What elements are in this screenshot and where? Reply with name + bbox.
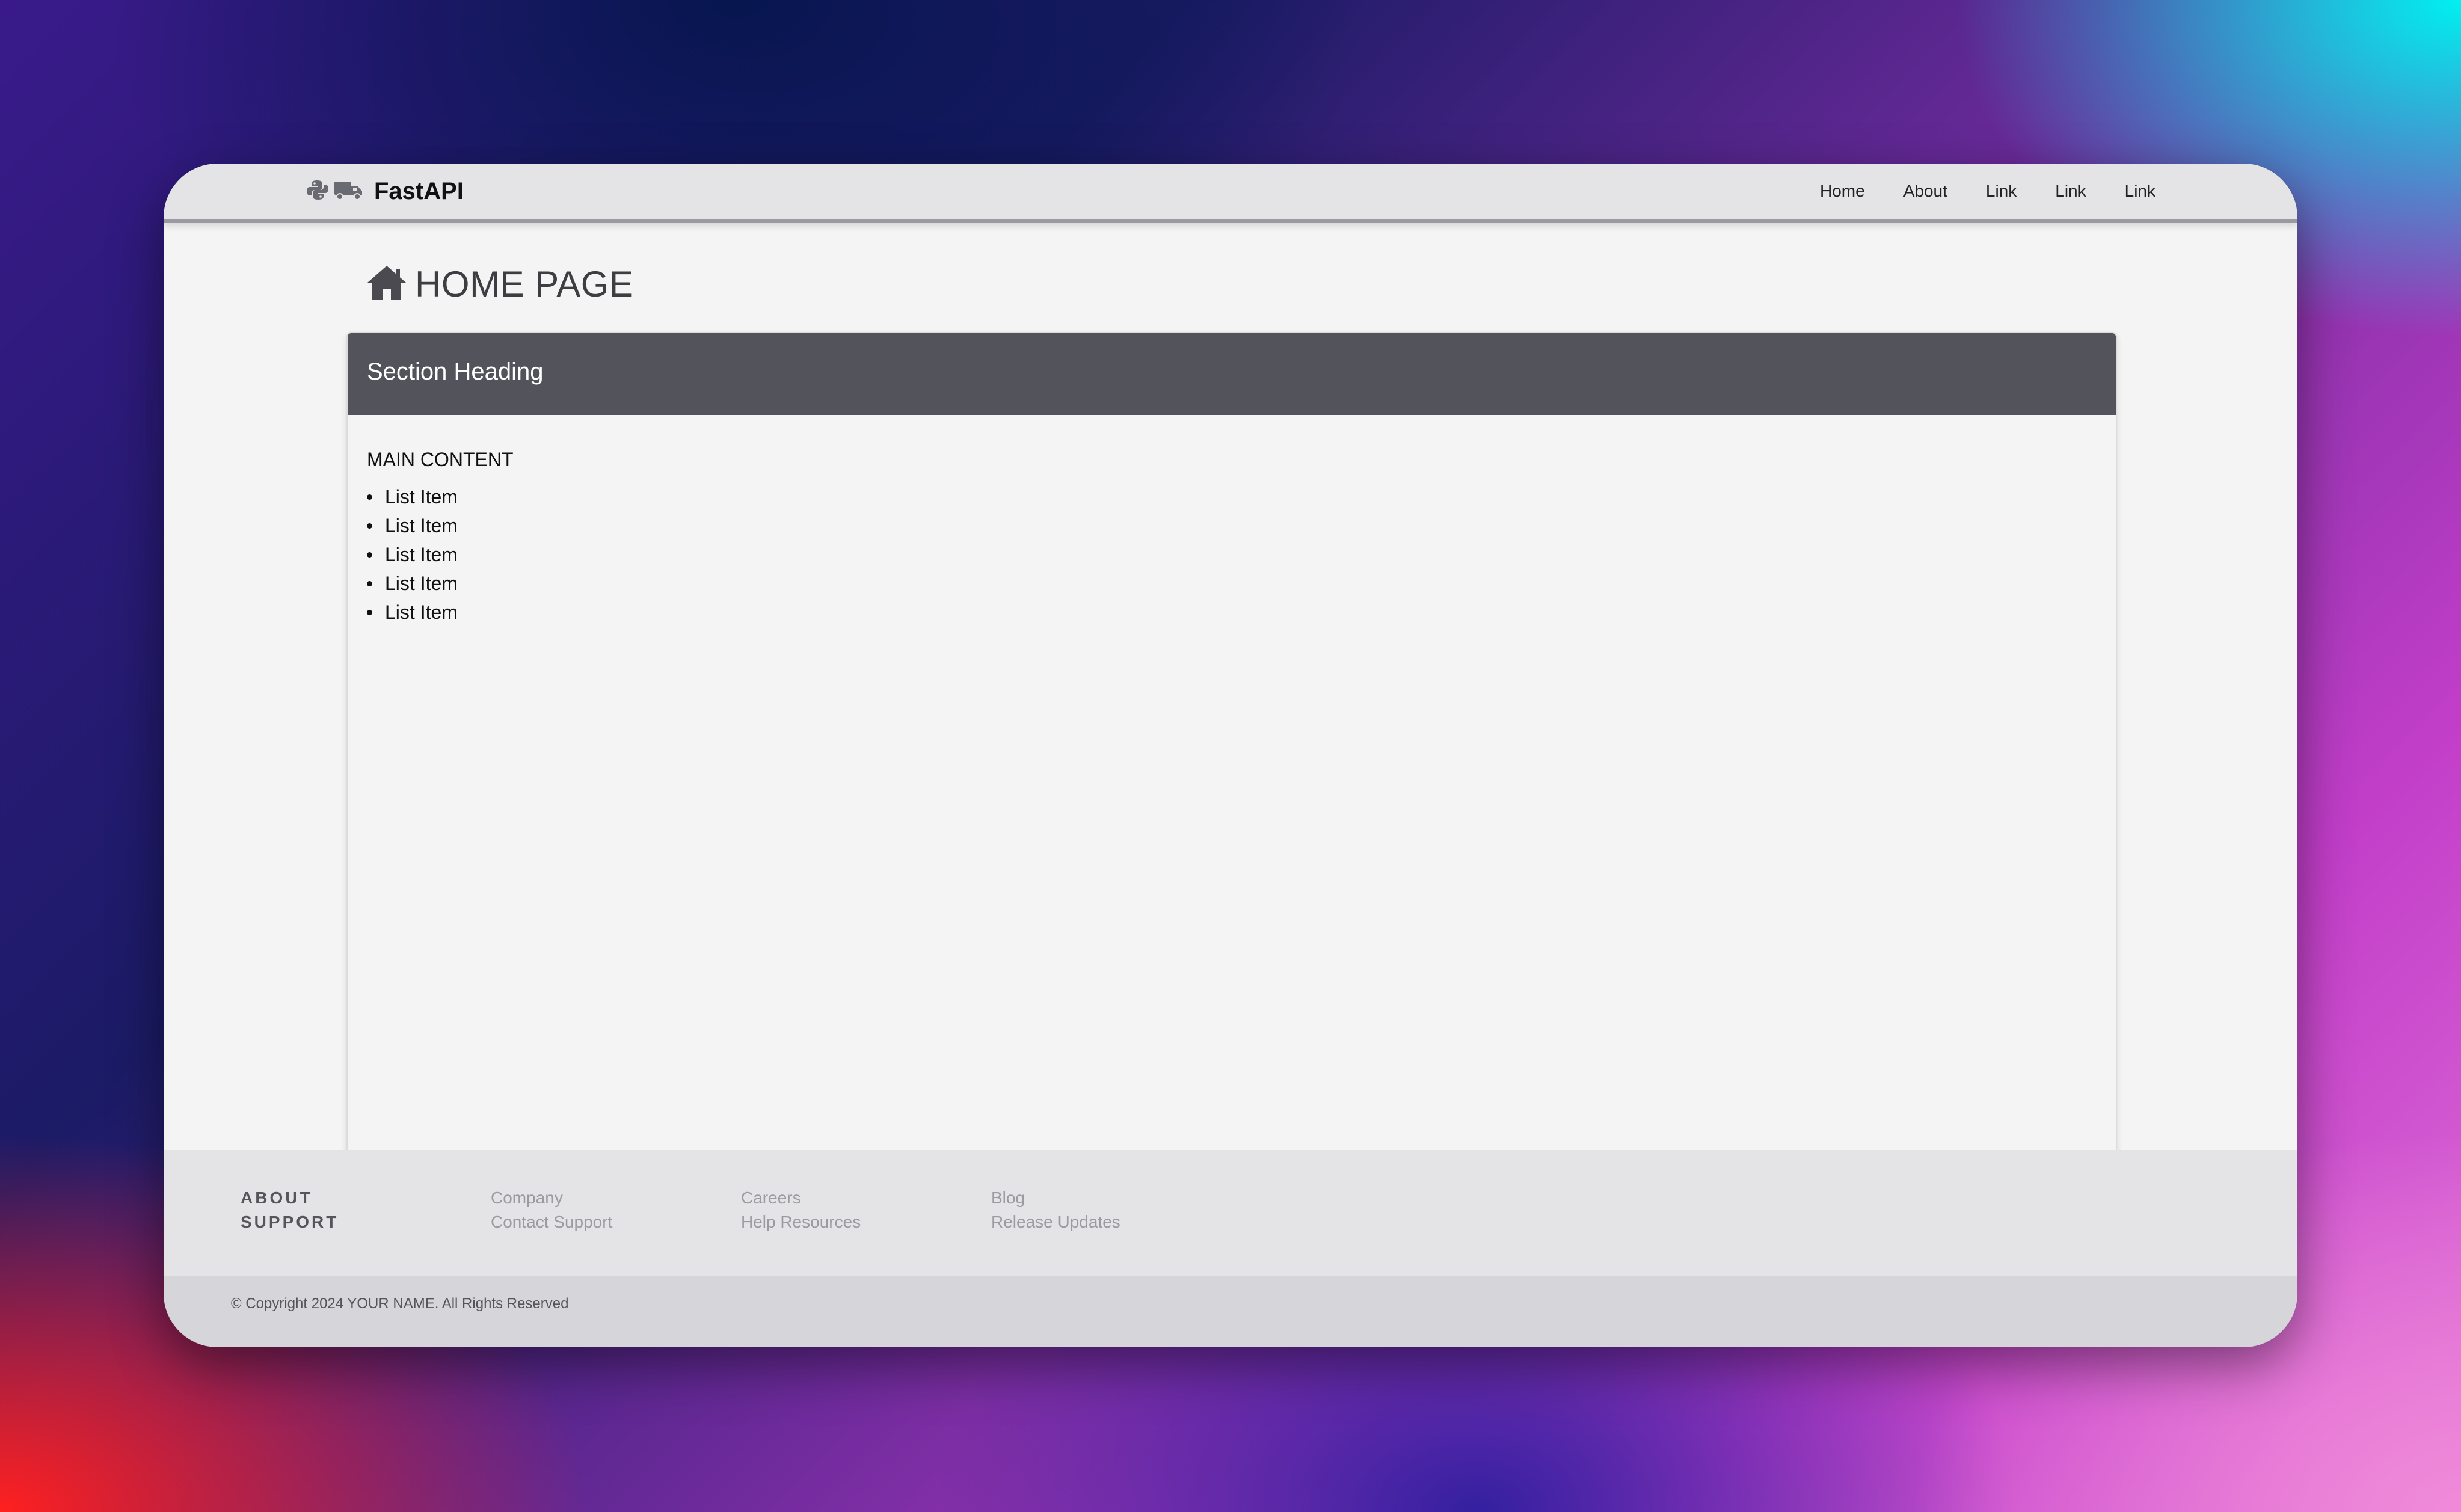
list-item: List Item bbox=[367, 482, 514, 511]
footer-link-release-updates[interactable]: Release Updates bbox=[991, 1210, 1120, 1234]
footer-column-headings: ABOUT SUPPORT bbox=[241, 1186, 339, 1234]
footer-link-careers[interactable]: Careers bbox=[741, 1186, 861, 1210]
brand-title[interactable]: FastAPI bbox=[374, 178, 464, 205]
footer-link-help-resources[interactable]: Help Resources bbox=[741, 1210, 861, 1234]
nav-link-2[interactable]: Link bbox=[2055, 182, 2086, 201]
item-list: List Item List Item List Item List Item … bbox=[367, 482, 514, 627]
footer-column: Careers Help Resources bbox=[741, 1186, 861, 1234]
home-icon bbox=[366, 264, 408, 304]
truck-icon bbox=[333, 178, 364, 205]
footer-link-company[interactable]: Company bbox=[491, 1186, 612, 1210]
nav-link-1[interactable]: Link bbox=[1986, 182, 2017, 201]
list-item: List Item bbox=[367, 540, 514, 569]
python-icon bbox=[306, 178, 330, 205]
footer-column: Company Contact Support bbox=[491, 1186, 612, 1234]
copyright-bar: © Copyright 2024 YOUR NAME. All Rights R… bbox=[164, 1276, 2297, 1347]
browser-window: FastAPI Home About Link Link Link HOME P… bbox=[164, 164, 2297, 1347]
footer-link-blog[interactable]: Blog bbox=[991, 1186, 1120, 1210]
footer-link-contact-support[interactable]: Contact Support bbox=[491, 1210, 612, 1234]
brand[interactable]: FastAPI bbox=[306, 174, 464, 208]
page-heading: HOME PAGE bbox=[366, 260, 633, 308]
copyright-text: © Copyright 2024 YOUR NAME. All Rights R… bbox=[231, 1295, 569, 1312]
card-header: Section Heading bbox=[348, 333, 2116, 415]
footer-heading-support: SUPPORT bbox=[241, 1212, 339, 1231]
footer-heading-about: ABOUT bbox=[241, 1188, 313, 1207]
list-item: List Item bbox=[367, 511, 514, 540]
main-content-label: MAIN CONTENT bbox=[367, 449, 514, 470]
list-item: List Item bbox=[367, 569, 514, 598]
nav-links: Home About Link Link Link bbox=[1781, 164, 2155, 219]
footer-column: Blog Release Updates bbox=[991, 1186, 1120, 1234]
section-heading: Section Heading bbox=[367, 358, 544, 385]
content-card: Section Heading MAIN CONTENT List Item L… bbox=[346, 332, 2117, 1277]
card-body: MAIN CONTENT List Item List Item List It… bbox=[367, 445, 514, 627]
navbar: FastAPI Home About Link Link Link bbox=[164, 164, 2297, 223]
list-item: List Item bbox=[367, 598, 514, 627]
footer: ABOUT SUPPORT Company Contact Support Ca… bbox=[164, 1150, 2297, 1276]
nav-link-home[interactable]: Home bbox=[1820, 182, 1865, 201]
page-title: HOME PAGE bbox=[415, 263, 634, 304]
nav-link-3[interactable]: Link bbox=[2125, 182, 2155, 201]
nav-link-about[interactable]: About bbox=[1903, 182, 1947, 201]
brand-icons bbox=[306, 178, 364, 205]
